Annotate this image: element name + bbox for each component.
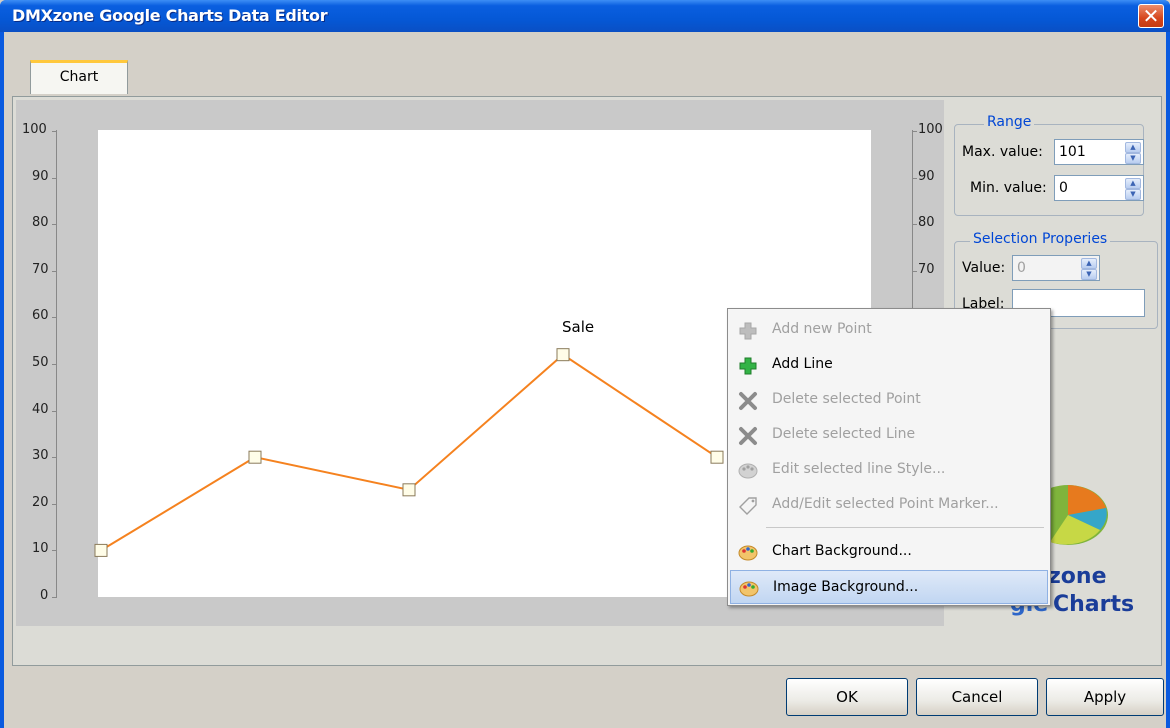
value-label: Value: xyxy=(962,260,1006,276)
palette-icon xyxy=(739,581,759,597)
y-tick-label: 100 xyxy=(22,122,47,137)
y-tick-mark xyxy=(52,317,57,319)
y-tick-mark xyxy=(52,410,57,412)
y-tick-label: 20 xyxy=(32,494,49,510)
menu-item-add-line[interactable]: Add Line xyxy=(730,348,1048,382)
close-button[interactable]: ✕ xyxy=(1138,4,1164,28)
value-input[interactable] xyxy=(1013,256,1074,280)
logo-text-line1: zone xyxy=(1048,564,1107,589)
y-tick-label: 90 xyxy=(32,168,49,184)
y-tick-mark xyxy=(52,270,57,272)
y-tick-mark xyxy=(52,177,57,179)
menu-item-delete-selected-point[interactable]: Delete selected Point xyxy=(730,383,1048,417)
spin-down-icon[interactable]: ▼ xyxy=(1081,269,1097,280)
y-tick-label: 0 xyxy=(40,588,49,603)
y-tick-label: 70 xyxy=(32,261,49,277)
tag-icon xyxy=(739,497,757,515)
title-bar[interactable]: DMXzone Google Charts Data Editor ✕ xyxy=(0,0,1170,32)
range-group-title: Range xyxy=(984,114,1035,130)
y-tick-label-right: 90 xyxy=(918,168,935,184)
apply-button[interactable]: Apply xyxy=(1046,678,1164,716)
y-tick-mark-right xyxy=(912,270,917,272)
max-value-input[interactable] xyxy=(1055,140,1117,164)
y-tick-mark-right xyxy=(912,224,917,226)
y-tick-mark xyxy=(52,131,57,132)
delete-icon xyxy=(739,392,757,410)
tab-chart[interactable]: Chart xyxy=(30,60,128,94)
selection-group-title: Selection Properies xyxy=(970,231,1111,247)
spin-up-icon[interactable]: ▲ xyxy=(1081,258,1097,269)
spin-up-icon[interactable]: ▲ xyxy=(1125,178,1141,189)
y-tick-label: 50 xyxy=(32,355,49,370)
y-tick-mark xyxy=(52,457,57,459)
y-tick-label: 10 xyxy=(32,541,49,557)
min-value-input[interactable] xyxy=(1055,176,1117,200)
min-value-stepper[interactable]: ▲▼ xyxy=(1054,175,1144,201)
cancel-button[interactable]: Cancel xyxy=(916,678,1038,716)
max-value-label: Max. value: xyxy=(962,144,1043,160)
y-tick-label-right: 80 xyxy=(918,215,935,231)
add-icon xyxy=(739,322,757,340)
menu-item-chart-background[interactable]: Chart Background... xyxy=(730,535,1048,569)
logo-text-line2: Charts xyxy=(1053,592,1135,617)
tab-chart-label: Chart xyxy=(59,69,99,85)
ok-button[interactable]: OK xyxy=(786,678,908,716)
context-menu: Add new Point Add Line Delete selected P… xyxy=(727,308,1051,606)
y-tick-mark xyxy=(52,364,57,365)
menu-item-edit-line-style[interactable]: Edit selected line Style... xyxy=(730,453,1048,487)
menu-item-image-background[interactable]: Image Background... xyxy=(730,570,1048,604)
y-tick-label-right: 70 xyxy=(918,261,935,277)
menu-item-delete-selected-line[interactable]: Delete selected Line xyxy=(730,418,1048,452)
y-axis-right xyxy=(912,130,913,330)
y-tick-mark-right xyxy=(912,177,917,179)
spin-up-icon[interactable]: ▲ xyxy=(1125,142,1141,153)
y-tick-label: 60 xyxy=(32,308,49,324)
palette-icon xyxy=(738,463,758,479)
range-group xyxy=(954,124,1144,216)
y-tick-mark xyxy=(52,503,57,505)
value-stepper[interactable]: ▲▼ xyxy=(1012,255,1100,281)
menu-separator xyxy=(766,527,1044,528)
min-value-label: Min. value: xyxy=(970,180,1047,196)
delete-icon xyxy=(739,427,757,445)
menu-item-add-new-point[interactable]: Add new Point xyxy=(730,313,1048,347)
y-tick-label-right: 100 xyxy=(918,122,943,137)
close-icon: ✕ xyxy=(1142,4,1160,28)
spin-down-icon[interactable]: ▼ xyxy=(1125,153,1141,164)
y-tick-mark xyxy=(52,224,57,226)
y-tick-label: 30 xyxy=(32,448,49,464)
spin-down-icon[interactable]: ▼ xyxy=(1125,189,1141,200)
y-tick-mark-right xyxy=(912,131,917,132)
add-icon xyxy=(739,357,757,375)
y-tick-mark xyxy=(52,550,57,552)
max-value-stepper[interactable]: ▲▼ xyxy=(1054,139,1144,165)
y-tick-label: 40 xyxy=(32,401,49,417)
y-tick-mark xyxy=(52,597,57,598)
chart-title: Sale xyxy=(562,318,595,336)
menu-item-point-marker[interactable]: Add/Edit selected Point Marker... xyxy=(730,488,1048,522)
palette-icon xyxy=(738,545,758,561)
window-title: DMXzone Google Charts Data Editor xyxy=(12,6,328,25)
y-tick-label: 80 xyxy=(32,215,49,231)
